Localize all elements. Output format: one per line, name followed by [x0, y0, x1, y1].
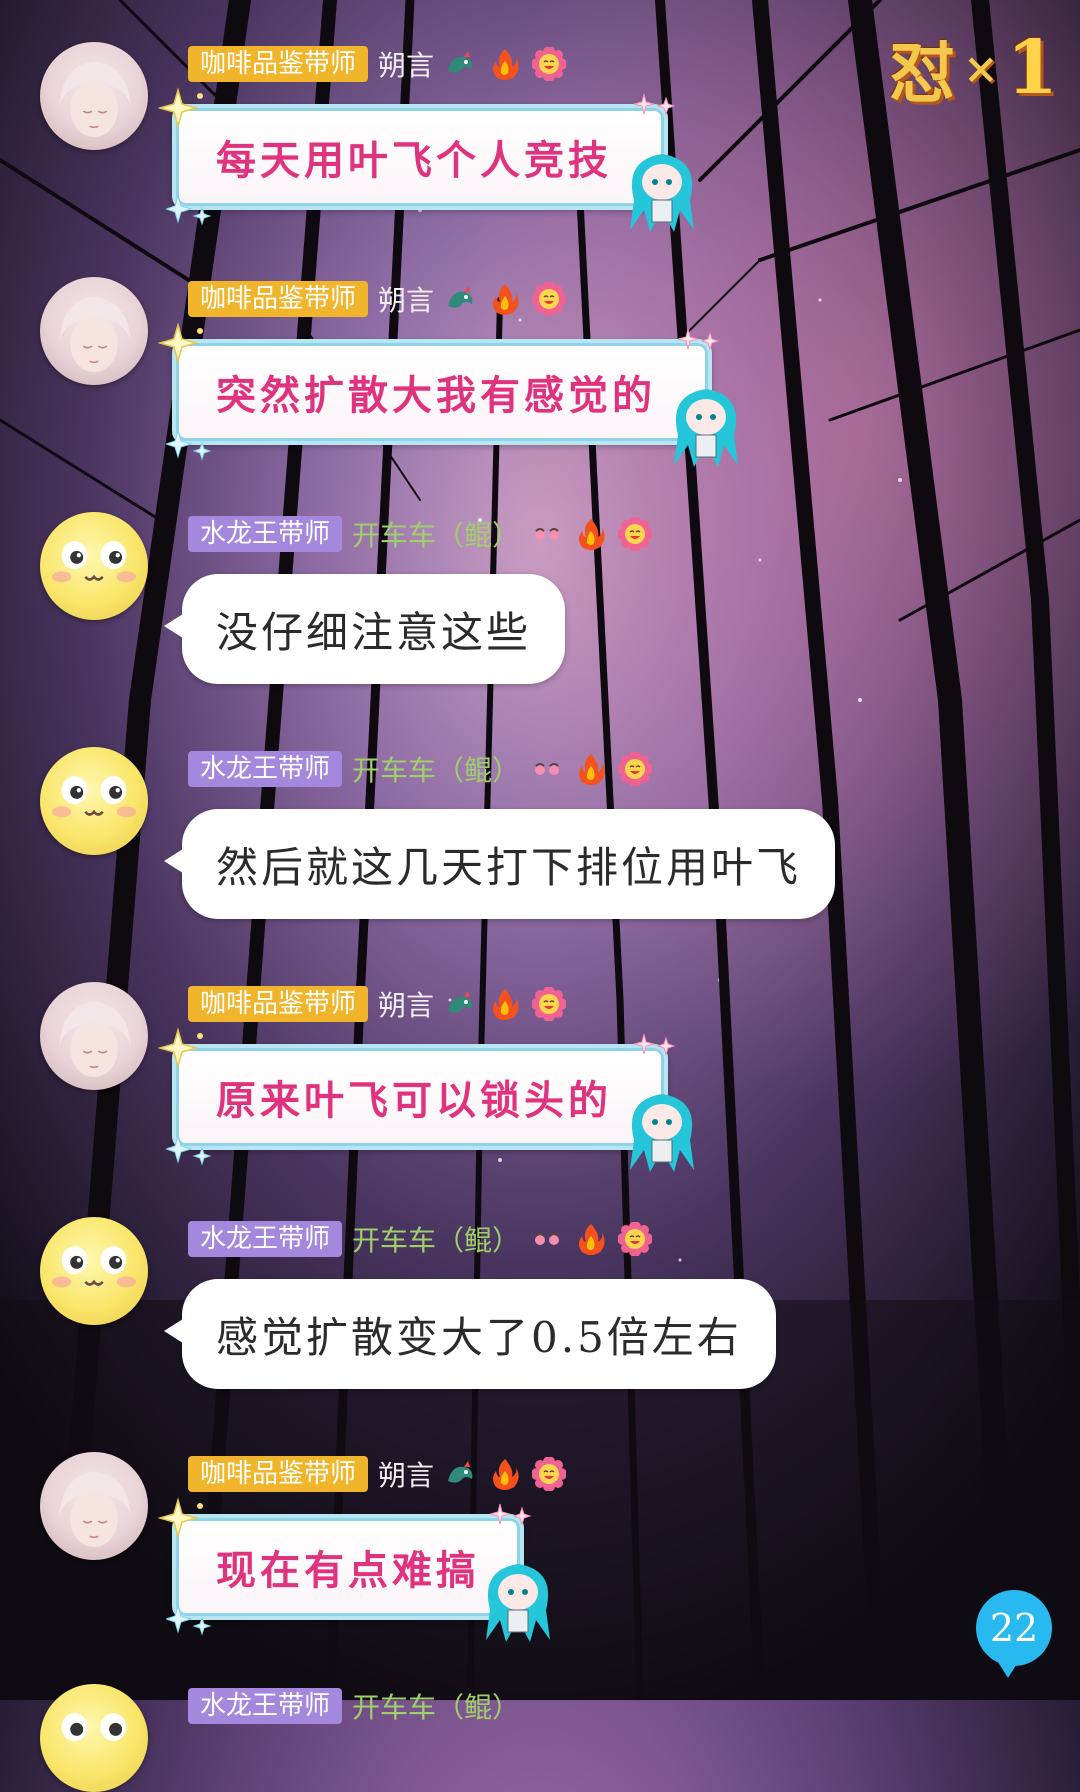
avatar[interactable]	[40, 747, 148, 855]
message-meta: 咖啡品鉴带师 朔言	[188, 279, 567, 319]
sender-nickname[interactable]: 开车车（鲲）	[352, 1686, 520, 1726]
sender-nickname[interactable]: 朔言	[378, 44, 434, 84]
group-title-badge: 水龙王带师	[188, 1688, 343, 1724]
message-bubble[interactable]: 然后就这几天打下排位用叶飞	[163, 809, 836, 919]
message-bubble[interactable]: 原来叶飞可以锁头的	[158, 1027, 694, 1172]
group-title-badge: 水龙王带师	[188, 751, 343, 787]
combo-counter: 怼 × 1	[889, 20, 1058, 116]
message-text: 原来叶飞可以锁头的	[216, 1077, 612, 1124]
combo-count: 1	[1006, 25, 1059, 111]
sparkle-icon	[166, 429, 212, 461]
combo-char: 怼	[889, 34, 956, 112]
flower-smile-icon	[532, 1457, 567, 1491]
avatar[interactable]	[40, 512, 148, 620]
sender-nickname[interactable]: 开车车（鲲）	[352, 514, 520, 554]
sparkle-icon	[166, 1134, 212, 1166]
sender-nickname[interactable]: 朔言	[378, 279, 434, 319]
message-text: 然后就这几天打下排位用叶飞	[216, 842, 802, 892]
sparkle-icon	[634, 1033, 676, 1056]
sparkle-icon	[490, 1503, 532, 1526]
blush-eyes-icon	[530, 517, 564, 551]
miku-sticker-icon	[486, 1564, 550, 1642]
message-bubble[interactable]: 感觉扩散变大了0.5倍左右	[164, 1279, 776, 1389]
flower-smile-icon	[618, 517, 653, 551]
unread-count-badge[interactable]: 22	[976, 1590, 1052, 1678]
avatar[interactable]	[40, 277, 148, 385]
unread-count: 22	[989, 1606, 1039, 1650]
fire-icon	[488, 282, 522, 316]
message-text: 每天用叶飞个人竞技	[216, 137, 612, 184]
dragon-icon	[444, 987, 478, 1021]
sparkle-icon	[158, 87, 203, 129]
avatar[interactable]	[40, 1684, 148, 1792]
message-meta: 水龙王带师 开车车（鲲）	[188, 749, 653, 789]
fire-icon	[574, 1222, 608, 1256]
fire-icon	[488, 987, 522, 1021]
message-text: 没仔细注意这些	[216, 607, 532, 657]
chat-feed[interactable]: 咖啡品鉴带师 朔言 每天用叶飞个人竞技 咖啡品鉴带师 朔言 突然扩散大我有感觉的…	[0, 0, 1080, 1792]
message-bubble[interactable]: 突然扩散大我有感觉的	[158, 322, 738, 467]
sender-nickname[interactable]: 开车车（鲲）	[352, 749, 520, 789]
message-meta: 咖啡品鉴带师 朔言	[188, 44, 567, 84]
sparkle-icon	[158, 1027, 203, 1069]
sparkle-icon	[158, 1497, 203, 1539]
sparkle-icon	[634, 93, 676, 116]
avatar[interactable]	[40, 1217, 148, 1325]
group-title-badge: 咖啡品鉴带师	[188, 986, 369, 1022]
message-meta: 水龙王带师 开车车（鲲）	[188, 1686, 520, 1726]
message-meta: 水龙王带师 开车车（鲲）	[188, 1219, 653, 1259]
dragon-icon	[444, 47, 478, 81]
message-bubble[interactable]: 现在有点难搞	[158, 1497, 550, 1642]
blush-eyes-icon	[530, 752, 564, 786]
avatar[interactable]	[40, 1452, 148, 1560]
fire-icon	[488, 47, 522, 81]
miku-sticker-icon	[674, 389, 738, 467]
fire-icon	[574, 752, 608, 786]
group-title-badge: 咖啡品鉴带师	[188, 46, 369, 82]
dragon-icon	[444, 282, 478, 316]
miku-sticker-icon	[630, 1094, 694, 1172]
flower-smile-icon	[532, 282, 567, 316]
sparkle-icon	[166, 1604, 212, 1636]
flower-smile-icon	[618, 1222, 653, 1256]
message-meta: 咖啡品鉴带师 朔言	[188, 984, 567, 1024]
avatar[interactable]	[40, 42, 148, 150]
message-meta: 咖啡品鉴带师 朔言	[188, 1454, 567, 1494]
sender-nickname[interactable]: 朔言	[378, 1454, 434, 1494]
avatar[interactable]	[40, 982, 148, 1090]
message-text: 感觉扩散变大了0.5倍左右	[216, 1312, 742, 1362]
sparkle-icon	[678, 328, 720, 351]
message-text: 突然扩散大我有感觉的	[216, 372, 656, 419]
flower-smile-icon	[532, 47, 567, 81]
group-title-badge: 水龙王带师	[188, 1221, 343, 1257]
sparkle-icon	[158, 322, 203, 364]
group-title-badge: 咖啡品鉴带师	[188, 281, 369, 317]
message-meta: 水龙王带师 开车车（鲲）	[188, 514, 653, 554]
sender-nickname[interactable]: 朔言	[378, 984, 434, 1024]
group-title-badge: 咖啡品鉴带师	[188, 1456, 369, 1492]
flower-smile-icon	[618, 752, 653, 786]
fire-icon	[574, 517, 608, 551]
group-title-badge: 水龙王带师	[188, 516, 343, 552]
blush-eyes-icon	[530, 1222, 564, 1256]
flower-smile-icon	[532, 987, 567, 1021]
message-bubble[interactable]: 没仔细注意这些	[163, 574, 566, 684]
message-bubble[interactable]: 每天用叶飞个人竞技	[158, 87, 694, 232]
sender-nickname[interactable]: 开车车（鲲）	[352, 1219, 520, 1259]
fire-icon	[488, 1457, 522, 1491]
sparkle-icon	[166, 194, 212, 226]
dragon-icon	[444, 1457, 478, 1491]
combo-times: ×	[963, 43, 999, 93]
message-text: 现在有点难搞	[216, 1547, 480, 1594]
miku-sticker-icon	[630, 154, 694, 232]
